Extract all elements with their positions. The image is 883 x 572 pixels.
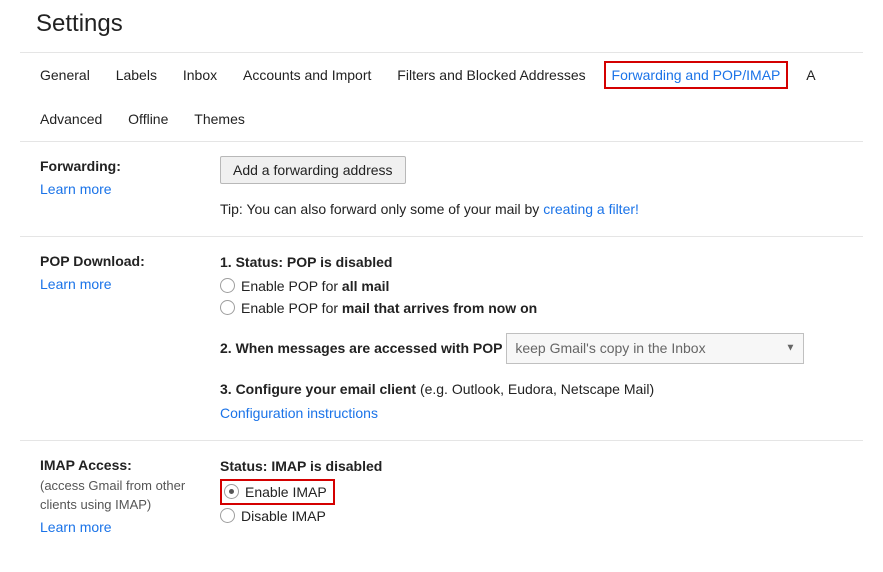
page-title: Settings <box>36 10 863 38</box>
tab-filters[interactable]: Filters and Blocked Addresses <box>397 53 595 97</box>
imap-status-line: Status: IMAP is disabled <box>220 455 863 479</box>
imap-subtext: (access Gmail from other clients using I… <box>40 476 220 515</box>
forwarding-tip: Tip: You can also forward only some of y… <box>220 198 863 222</box>
pop-access-line: 2. When messages are accessed with POP k… <box>220 333 863 365</box>
pop-learn-more-link[interactable]: Learn more <box>40 274 112 295</box>
pop-action-select[interactable]: keep Gmail's copy in the Inbox ▼ <box>506 333 804 365</box>
section-forwarding: Forwarding: Learn more Add a forwarding … <box>20 142 863 237</box>
config-instructions-link[interactable]: Configuration instructions <box>220 405 378 421</box>
settings-tabs: General Labels Inbox Accounts and Import… <box>20 52 863 142</box>
chevron-down-icon: ▼ <box>785 340 795 357</box>
tab-general[interactable]: General <box>40 53 100 97</box>
pop-heading: POP Download: <box>40 251 220 272</box>
tab-advanced[interactable]: Advanced <box>40 97 112 141</box>
add-forwarding-address-button[interactable]: Add a forwarding address <box>220 156 406 184</box>
tab-themes[interactable]: Themes <box>194 97 255 141</box>
imap-option-enable[interactable]: Enable IMAP <box>220 479 863 505</box>
tab-labels[interactable]: Labels <box>116 53 167 97</box>
section-imap: IMAP Access: (access Gmail from other cl… <box>20 441 863 552</box>
create-filter-link[interactable]: creating a filter! <box>543 201 639 217</box>
pop-configure-line: 3. Configure your email client (e.g. Out… <box>220 378 863 402</box>
tab-accounts[interactable]: Accounts and Import <box>243 53 381 97</box>
tab-offline[interactable]: Offline <box>128 97 178 141</box>
imap-heading: IMAP Access: <box>40 455 220 476</box>
forwarding-heading: Forwarding: <box>40 156 220 177</box>
tab-forwarding[interactable]: Forwarding and POP/IMAP <box>612 53 791 97</box>
radio-icon[interactable] <box>224 484 239 499</box>
section-pop: POP Download: Learn more 1. Status: POP … <box>20 237 863 441</box>
imap-option-disable[interactable]: Disable IMAP <box>220 505 863 527</box>
pop-status-line: 1. Status: POP is disabled <box>220 251 863 275</box>
pop-option-new-mail[interactable]: Enable POP for mail that arrives from no… <box>220 297 863 319</box>
radio-icon[interactable] <box>220 300 235 315</box>
imap-learn-more-link[interactable]: Learn more <box>40 517 112 538</box>
radio-icon[interactable] <box>220 508 235 523</box>
pop-option-all-mail[interactable]: Enable POP for all mail <box>220 275 863 297</box>
forwarding-learn-more-link[interactable]: Learn more <box>40 179 112 200</box>
tab-trailing[interactable]: A <box>806 53 815 97</box>
tab-inbox[interactable]: Inbox <box>183 53 227 97</box>
radio-icon[interactable] <box>220 278 235 293</box>
